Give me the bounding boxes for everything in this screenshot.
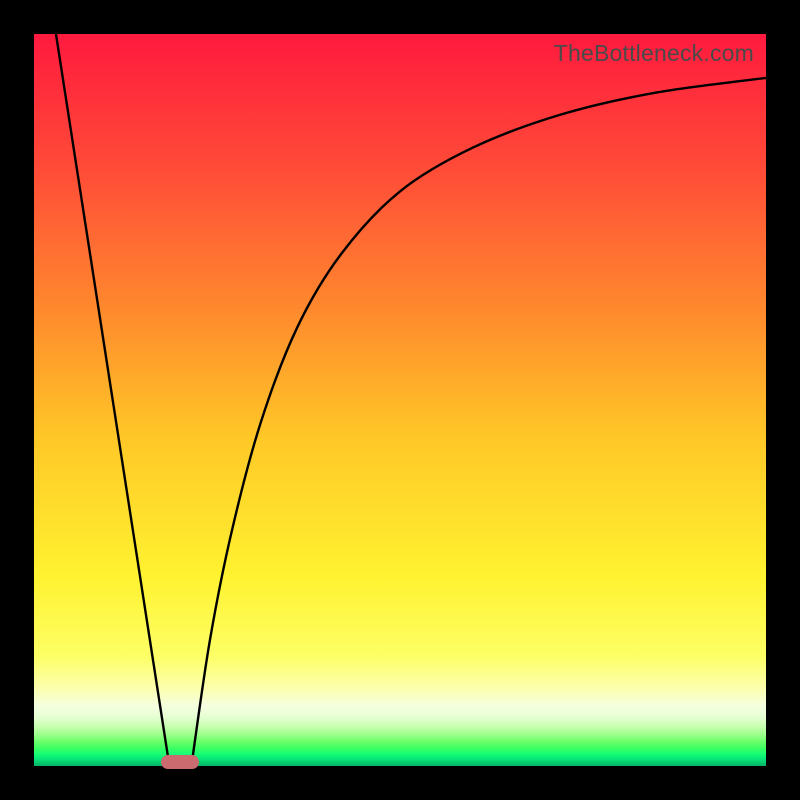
chart-frame: TheBottleneck.com	[0, 0, 800, 800]
bottleneck-curve	[34, 34, 766, 766]
curve-right-segment	[191, 78, 766, 766]
curve-left-segment	[56, 34, 169, 766]
plot-area: TheBottleneck.com	[34, 34, 766, 766]
optimal-marker	[161, 755, 199, 769]
